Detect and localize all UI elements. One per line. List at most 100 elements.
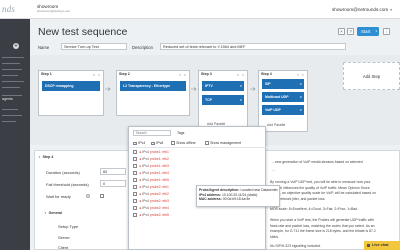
eye-icon: ● [139,171,142,175]
step-tools-icon[interactable]: ✎ ✕ [297,73,305,77]
checkbox[interactable] [133,171,137,175]
checkbox[interactable] [205,141,209,145]
probe-description-label: Probe/Agent description: [199,188,240,192]
checkbox[interactable] [133,185,137,189]
add-parallel-button[interactable]: Add Parallel [267,123,285,127]
sidebar-item[interactable] [2,69,22,70]
info-text: network influences the quality of VoIP t… [270,185,370,190]
sidebar-item[interactable] [2,109,18,110]
filter-show-management[interactable]: Show management [205,141,241,145]
collapse-icon[interactable]: ▼ [38,156,41,159]
search-input[interactable] [133,130,171,136]
help-icon[interactable]: ? [347,28,354,35]
step-chip[interactable]: VoIP UDP ✕ [262,105,304,115]
collapse-icon[interactable]: ▼ [44,212,47,215]
step-tools-icon[interactable]: ✎ ✕ [237,73,245,77]
step-chip[interactable]: DSCP remapping [42,81,100,91]
sidebar-item-agents[interactable]: agents [2,97,13,101]
filter-show-offline[interactable]: Show offline [171,141,196,145]
step-tools-icon[interactable]: ✎ ✕ [93,73,101,77]
close-icon[interactable]: × [338,28,345,35]
duration-input[interactable] [100,168,126,175]
probe-row[interactable]: ●IPv4 probe2: eth2 [133,191,169,198]
filter-label: IPv4 [138,141,146,145]
probe-name: probe1: eth1 [149,150,169,154]
close-icon[interactable]: ✕ [239,95,242,105]
checkbox[interactable] [133,192,137,196]
live-chat-label: Live chat [372,243,389,247]
step-tools-icon[interactable]: ✎ ✕ [179,73,187,77]
filter-ipv6[interactable]: ✓ IPv6 [151,141,163,146]
sidebar-item[interactable] [2,121,16,122]
sidebar-item[interactable] [2,81,24,82]
probe-row[interactable]: ●IPv4 probe2: eth1 [133,184,169,191]
step-chip[interactable]: TCP ✕ [202,95,244,105]
probe-row[interactable]: ●IPv4 probe1: eth1 [133,149,169,156]
close-icon[interactable]: ✕ [299,92,302,102]
sidebar-item[interactable] [2,57,24,58]
sidebar-item[interactable] [2,87,20,88]
checkbox[interactable] [133,199,137,203]
setup-type-label: Setup Type [58,224,79,229]
wait-for-ready-checkbox[interactable] [100,194,104,198]
step-card[interactable]: Step 4 ✎ ✕ SIP ✕ Multicast UDP ✕ VoIP UDP ✕… [258,70,308,132]
checkbox[interactable] [133,206,137,210]
live-chat-button[interactable]: Live chat [364,241,400,250]
probe-name: probe2: eth2 [149,192,169,196]
start-button[interactable]: Start ▾ [357,27,379,36]
probe-name: probe2: eth4 [149,206,169,210]
probe-row[interactable]: ●IPv4 probe2: eth3 [133,198,169,205]
general-section[interactable]: ▼ General [44,211,62,215]
sidebar-item[interactable] [2,95,22,96]
step-chip[interactable]: Multicast UDP ✕ [262,92,304,102]
plus-icon[interactable]: + [13,43,19,49]
probe-ipv4-value: 10.100.20.11/24 (static) [222,192,258,197]
info-text: ... [272,168,275,172]
chip-label: Multicast UDP [265,95,289,99]
tags-filter[interactable]: Tags [177,131,184,135]
top-bar: nds showroom showroom@testing.t.exe show… [0,0,400,19]
checkbox[interactable] [133,178,137,182]
step-card[interactable]: Step 1 ✎ ✕ DSCP remapping [38,70,104,116]
step-chip[interactable]: IPTV ✕ [202,81,244,91]
checkbox[interactable] [133,150,137,154]
help-icon[interactable]: ? [86,194,90,198]
more-icon[interactable]: ⋮ [383,28,390,35]
checkbox[interactable]: ✓ [133,141,137,146]
arrow-right-icon [191,87,197,91]
close-icon[interactable]: ✕ [239,81,242,91]
probe-row[interactable]: ●IPv4 probe2: eth4 [133,205,169,212]
description-input[interactable] [160,43,346,50]
probe-row[interactable]: ●IPv4 probe1: eth2 [133,156,169,163]
eye-icon: ● [139,150,142,154]
checkbox[interactable] [133,164,137,168]
step-chip[interactable]: L2 Transparency - Ethertype [120,81,186,91]
checkbox[interactable] [133,213,137,217]
account-switcher[interactable]: showroom showroom@testing.t.exe [37,4,70,14]
name-input[interactable] [61,43,127,50]
probe-row[interactable]: ●IPv4 probe1: eth5 [133,177,169,184]
filter-ipv4[interactable]: ✓ IPv4 [133,141,146,146]
probe-name: probe1: eth2 [149,157,169,161]
checkbox[interactable] [171,141,175,145]
fail-threshold-input[interactable] [100,180,126,187]
probe-row[interactable]: ●IPv4 probe1: eth4 [133,170,169,177]
chip-label: DSCP remapping [45,84,74,88]
sidebar-item[interactable] [2,63,20,64]
checkbox[interactable] [133,157,137,161]
probe-name: probe1: eth5 [149,178,169,182]
sidebar-item[interactable] [2,115,22,116]
close-icon[interactable]: ✕ [299,79,302,89]
ip-version: IPv4 [142,199,149,203]
probe-row[interactable]: ●IPv4 probe1: eth3 [133,163,169,170]
step-chip[interactable]: SIP ✕ [262,79,304,89]
sidebar-item[interactable] [2,75,18,76]
probe-row[interactable]: ●IPv4 probe2: eth5 [133,212,169,219]
eye-icon: ● [139,185,142,189]
user-menu[interactable]: showroom@netrounds.com ▾ [332,7,392,12]
add-step-button[interactable]: Add Step [343,62,400,90]
checkbox[interactable]: ✓ [151,141,155,146]
step-card[interactable]: Step 2 ✎ ✕ L2 Transparency - Ethertype [116,70,190,116]
close-icon[interactable]: ✕ [299,105,302,115]
step-card[interactable]: Step 3 ✎ ✕ IPTV ✕ TCP ✕ Add Parallel [198,70,248,132]
